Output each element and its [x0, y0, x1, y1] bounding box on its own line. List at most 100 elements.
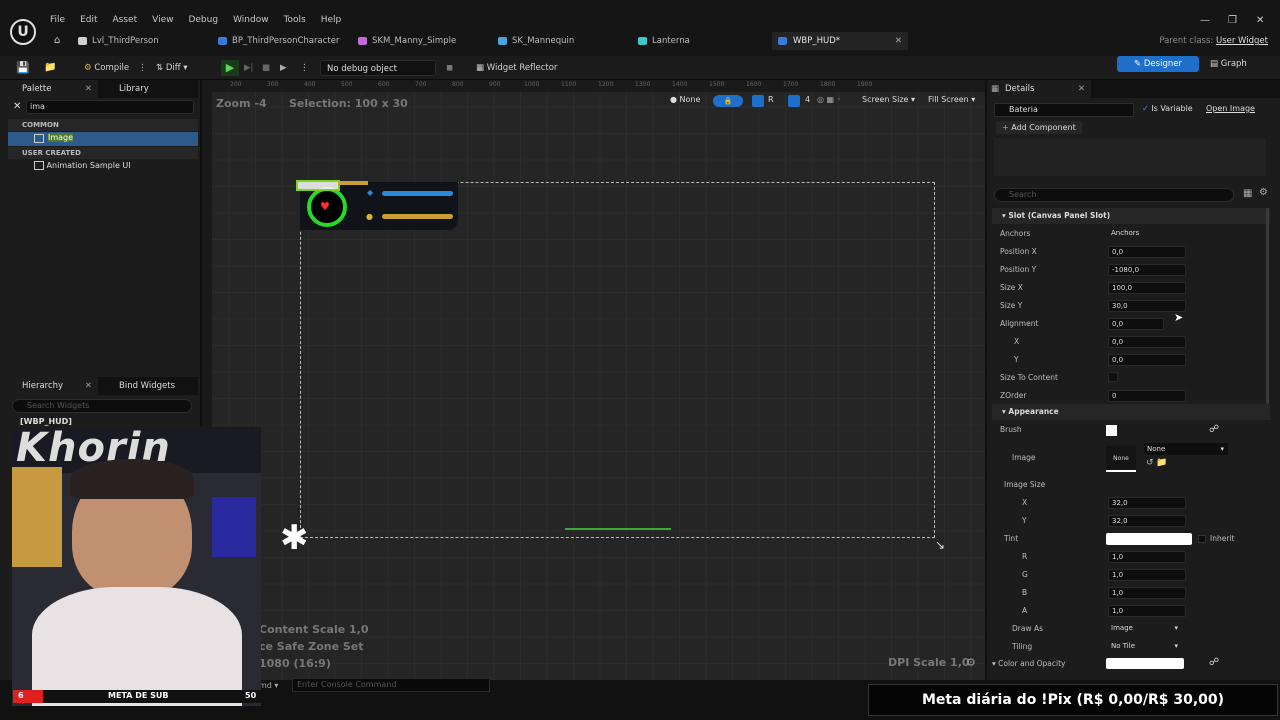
close-window-icon[interactable]: ✕ — [1256, 15, 1264, 26]
zorder-input[interactable]: 0 — [1108, 390, 1186, 402]
draw-as-dropdown[interactable]: Image ▾ — [1108, 623, 1182, 635]
save-icon[interactable]: 💾 — [16, 60, 30, 76]
console-type[interactable]: md ▾ — [259, 681, 278, 690]
close-icon[interactable]: ✕ — [85, 377, 92, 395]
size-to-content-checkbox[interactable] — [1108, 372, 1118, 382]
tab-wbp-hud[interactable]: WBP_HUD* ✕ — [772, 32, 908, 50]
grid-size[interactable]: 4 — [805, 95, 810, 104]
tab-library[interactable]: Library — [105, 80, 149, 98]
add-component-button[interactable]: + Add Component — [996, 121, 1082, 134]
details-scrollbar[interactable] — [1266, 208, 1269, 404]
canvas-frame[interactable] — [300, 182, 935, 538]
resize-handle-icon[interactable]: ↘ — [935, 538, 945, 552]
unreal-logo[interactable]: U — [10, 19, 36, 45]
widget-reflector-button[interactable]: ▦ Widget Reflector — [476, 60, 557, 76]
console-input[interactable]: Enter Console Command — [292, 678, 490, 692]
localization-preview[interactable]: ● None — [670, 95, 700, 104]
position-x-input[interactable]: 0,0 — [1108, 246, 1186, 258]
section-appearance[interactable]: ▾ Appearance — [992, 404, 1270, 420]
tint-a-input[interactable]: 1,0 — [1108, 605, 1186, 617]
close-icon[interactable]: ✕ — [85, 80, 92, 98]
menu-view[interactable]: View — [152, 15, 173, 27]
selected-widget-bateria[interactable] — [296, 180, 340, 191]
maximize-icon[interactable]: ❐ — [1228, 15, 1237, 26]
preview-icons[interactable]: ◎ ▦ ◦ — [817, 95, 841, 104]
tint-b-input[interactable]: 1,0 — [1108, 587, 1186, 599]
compile-button[interactable]: ⚙ Compile — [84, 60, 129, 76]
table-view-icon[interactable]: ▦ — [1243, 188, 1252, 199]
is-variable-checkbox[interactable]: ✓ Is Variable — [1142, 104, 1193, 113]
menu-tools[interactable]: Tools — [284, 15, 306, 27]
menu-window[interactable]: Window — [233, 15, 269, 27]
tiling-dropdown[interactable]: No Tile ▾ — [1108, 641, 1182, 653]
stop-icon[interactable]: ■ — [262, 60, 270, 76]
screen-size-dropdown[interactable]: Screen Size ▾ — [862, 95, 915, 104]
settings-icon[interactable]: ⚙ — [1259, 187, 1268, 198]
menu-asset[interactable]: Asset — [113, 15, 138, 27]
tab-bind-widgets[interactable]: Bind Widgets — [105, 377, 175, 395]
tint-g-input[interactable]: 1,0 — [1108, 569, 1186, 581]
hierarchy-root[interactable]: [WBP_HUD] — [20, 417, 72, 426]
anchor-icon[interactable]: ✱ — [280, 518, 309, 558]
image-size-y-input[interactable]: 32,0 — [1108, 515, 1186, 527]
tab-details[interactable]: ▦ Details ✕ — [987, 80, 1091, 98]
dpi-settings-icon[interactable]: ⚙ — [966, 656, 976, 669]
menu-help[interactable]: Help — [321, 15, 342, 27]
color-opacity-swatch[interactable] — [1106, 658, 1184, 669]
section-slot[interactable]: ▾ Slot (Canvas Panel Slot) — [992, 208, 1270, 224]
size-x-input[interactable]: 100,0 — [1108, 282, 1186, 294]
palette-item-image[interactable]: Image — [8, 132, 198, 146]
fill-screen-dropdown[interactable]: Fill Screen ▾ — [928, 95, 975, 104]
close-tab-icon[interactable]: ✕ — [895, 32, 902, 50]
play-button[interactable]: ▶ — [221, 60, 239, 76]
lock-toggle[interactable]: 🔒 — [713, 95, 743, 107]
menu-file[interactable]: File — [50, 15, 65, 27]
section-user-created[interactable]: USER CREATED — [8, 147, 198, 159]
refresh-button[interactable]: R — [768, 95, 774, 104]
link-icon[interactable]: ☍ — [1209, 424, 1219, 435]
compile-options-icon[interactable]: ⋮ — [138, 60, 147, 76]
section-common[interactable]: COMMON — [8, 119, 198, 131]
tab-lanterna[interactable]: Lanterna — [638, 32, 690, 50]
alignment-x-input[interactable]: 0,0 — [1108, 336, 1186, 348]
inherit-checkbox[interactable] — [1198, 535, 1206, 543]
alignment-y-input[interactable]: 0,0 — [1108, 354, 1186, 366]
tab-palette[interactable]: Palette ✕ — [8, 80, 98, 98]
debug-object-dropdown[interactable]: No debug object selected ▾ — [320, 60, 436, 90]
tab-sk-mannequin[interactable]: SK_Mannequin — [498, 32, 574, 50]
palette-search-input[interactable]: ima — [26, 100, 194, 114]
clear-search-icon[interactable]: ✕ — [13, 101, 21, 112]
minimize-icon[interactable]: — — [1200, 15, 1210, 26]
widget-name-input[interactable]: Bateria — [994, 103, 1134, 117]
parent-class-link[interactable]: User Widget — [1216, 36, 1268, 46]
open-image-link[interactable]: Open Image — [1206, 104, 1255, 113]
diff-button[interactable]: ⇅ Diff ▾ — [156, 60, 188, 76]
home-icon[interactable]: ⌂ — [54, 35, 60, 46]
debug-browse-icon[interactable]: ◼ — [446, 60, 453, 76]
water-bar[interactable] — [382, 191, 453, 196]
green-line-widget[interactable] — [565, 528, 671, 530]
tab-bp-thirdpersoncharacter[interactable]: BP_ThirdPersonCharacter — [218, 32, 339, 50]
image-size-x-input[interactable]: 32,0 — [1108, 497, 1186, 509]
image-thumbnail[interactable]: None — [1106, 446, 1136, 472]
tint-color-swatch[interactable] — [1106, 533, 1192, 545]
play-options-icon[interactable]: ⋮ — [300, 60, 309, 76]
step-icon[interactable]: ▶| — [244, 60, 253, 76]
menu-edit[interactable]: Edit — [80, 15, 97, 27]
hierarchy-search-input[interactable]: Search Widgets — [12, 399, 192, 413]
link-icon[interactable]: ☍ — [1209, 657, 1219, 668]
respect-locks-icon[interactable] — [752, 95, 764, 107]
position-y-input[interactable]: -1080,0 — [1108, 264, 1186, 276]
graph-button[interactable]: ▤ Graph — [1210, 56, 1270, 72]
palette-item-animation-sample-ui[interactable]: Animation Sample UI — [34, 161, 131, 170]
grid-snap-icon[interactable] — [788, 95, 800, 107]
food-bar[interactable] — [382, 214, 453, 219]
alignment-input[interactable]: 0,0 — [1108, 318, 1164, 330]
browse-icon[interactable]: 📁 — [44, 60, 56, 76]
brush-color-swatch[interactable] — [1106, 425, 1117, 436]
image-dropdown[interactable]: None ▾ — [1144, 443, 1228, 455]
designer-button[interactable]: ✎ Designer — [1117, 56, 1199, 72]
eject-icon[interactable]: ▶ — [280, 60, 287, 76]
tint-r-input[interactable]: 1,0 — [1108, 551, 1186, 563]
anchors-dropdown[interactable]: Anchors — [1108, 228, 1186, 240]
